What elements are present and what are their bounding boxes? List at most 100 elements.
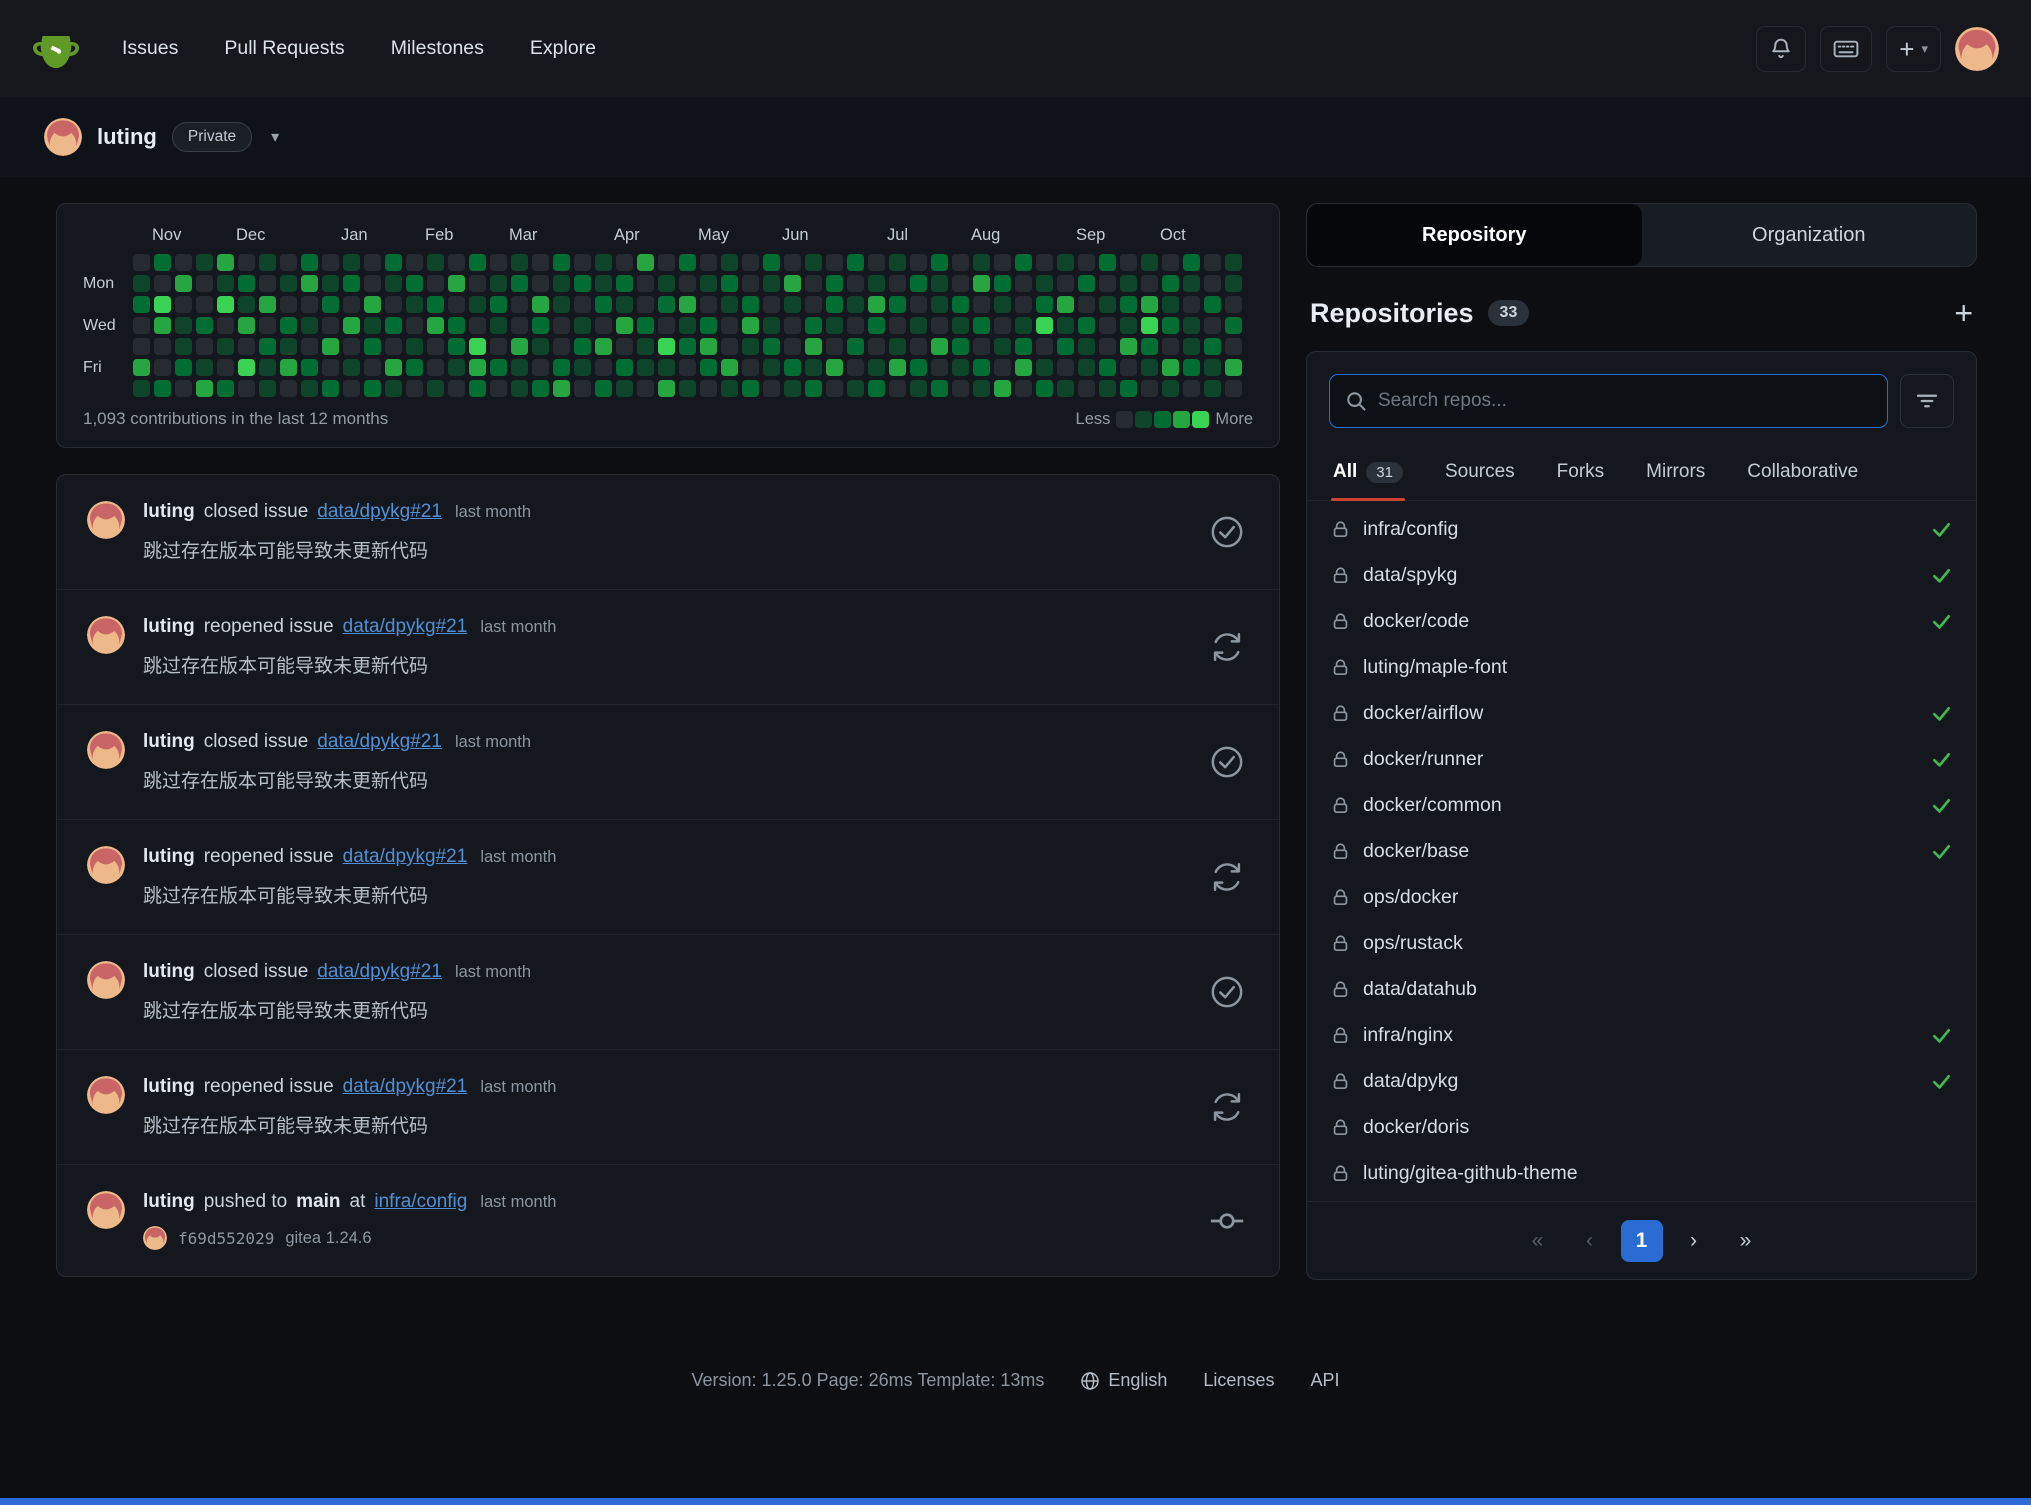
heatmap-cell (889, 296, 906, 313)
heatmap-cell (1204, 359, 1221, 376)
feed-username[interactable]: luting (143, 961, 195, 983)
filter-tab-sources[interactable]: Sources (1443, 446, 1517, 500)
filter-tab-mirrors[interactable]: Mirrors (1644, 446, 1707, 500)
feed-item: lutingclosed issuedata/dpykg#21last mont… (57, 705, 1279, 820)
heatmap-cell (616, 275, 633, 292)
nav-link-issues[interactable]: Issues (122, 37, 178, 60)
heatmap-cell (1099, 296, 1116, 313)
nav-link-milestones[interactable]: Milestones (391, 37, 484, 60)
commit-sha[interactable]: f69d552029 (178, 1229, 274, 1248)
repo-name[interactable]: docker/common (1363, 794, 1918, 817)
avatar[interactable] (87, 1191, 125, 1229)
pagination-last-button[interactable]: » (1725, 1220, 1767, 1262)
heatmap-cell (427, 338, 444, 355)
create-new-button[interactable]: + ▾ (1886, 26, 1941, 72)
filter-tab-forks[interactable]: Forks (1555, 446, 1607, 500)
repo-row[interactable]: docker/code (1307, 598, 1976, 644)
issue-link[interactable]: data/dpykg#21 (317, 961, 442, 983)
issue-link[interactable]: data/dpykg#21 (317, 501, 442, 523)
avatar[interactable] (87, 731, 125, 769)
feed-username[interactable]: luting (143, 616, 195, 638)
keyboard-button[interactable] (1820, 26, 1872, 72)
feed-username[interactable]: luting (143, 1076, 195, 1098)
repo-name[interactable]: docker/base (1363, 840, 1918, 863)
avatar[interactable] (87, 501, 125, 539)
gitea-logo-icon[interactable] (32, 25, 80, 73)
repo-name[interactable]: data/spykg (1363, 564, 1918, 587)
heatmap-cell (196, 338, 213, 355)
tab-repository[interactable]: Repository (1307, 204, 1642, 266)
avatar[interactable] (87, 616, 125, 654)
repo-name[interactable]: docker/code (1363, 610, 1918, 633)
pagination-page-1-button[interactable]: 1 (1621, 1220, 1663, 1262)
repo-name[interactable]: data/datahub (1363, 978, 1952, 1001)
repo-row[interactable]: docker/runner (1307, 736, 1976, 782)
repo-row[interactable]: infra/config (1307, 506, 1976, 552)
repo-row[interactable]: data/spykg (1307, 552, 1976, 598)
repo-row[interactable]: docker/base (1307, 828, 1976, 874)
feed-username[interactable]: luting (143, 731, 195, 753)
repo-name[interactable]: data/dpykg (1363, 1070, 1918, 1093)
repo-row[interactable]: ops/rustack (1307, 920, 1976, 966)
repo-row[interactable]: infra/nginx (1307, 1012, 1976, 1058)
issue-link[interactable]: data/dpykg#21 (343, 1076, 468, 1098)
repo-row[interactable]: docker/doris (1307, 1104, 1976, 1150)
issue-link[interactable]: data/dpykg#21 (317, 731, 442, 753)
feed-username[interactable]: luting (143, 1191, 195, 1213)
heatmap-cell (553, 359, 570, 376)
issue-link[interactable]: data/dpykg#21 (343, 846, 468, 868)
pagination-first-button[interactable]: « (1517, 1220, 1559, 1262)
heatmap-cell (448, 359, 465, 376)
pagination-next-button[interactable]: › (1673, 1220, 1715, 1262)
repo-name[interactable]: docker/airflow (1363, 702, 1918, 725)
profile-avatar[interactable] (44, 118, 82, 156)
repo-row[interactable]: docker/common (1307, 782, 1976, 828)
heatmap-cell (910, 254, 927, 271)
heatmap-cell (868, 380, 885, 397)
language-selector[interactable]: English (1080, 1370, 1167, 1391)
avatar[interactable] (87, 846, 125, 884)
repo-row[interactable]: data/dpykg (1307, 1058, 1976, 1104)
heatmap-cell (868, 317, 885, 334)
feed-username[interactable]: luting (143, 501, 195, 523)
profile-dropdown-chevron-icon[interactable]: ▾ (271, 127, 279, 147)
add-repository-button[interactable]: + (1954, 297, 1973, 329)
repo-name[interactable]: infra/config (1363, 518, 1918, 541)
feed-username[interactable]: luting (143, 846, 195, 868)
user-avatar[interactable] (1955, 27, 1999, 71)
repo-row[interactable]: data/datahub (1307, 966, 1976, 1012)
nav-link-explore[interactable]: Explore (530, 37, 596, 60)
filter-tab-collaborative[interactable]: Collaborative (1745, 446, 1860, 500)
repo-name[interactable]: ops/docker (1363, 886, 1952, 909)
filter-tab-all[interactable]: All 31 (1331, 446, 1405, 500)
repo-row[interactable]: luting/maple-font (1307, 644, 1976, 690)
repo-name[interactable]: ops/rustack (1363, 932, 1952, 955)
api-link[interactable]: API (1310, 1370, 1339, 1391)
tab-organization[interactable]: Organization (1642, 204, 1977, 266)
licenses-link[interactable]: Licenses (1203, 1370, 1274, 1391)
repo-link[interactable]: infra/config (374, 1191, 467, 1213)
repo-row[interactable]: luting/gitea-github-theme (1307, 1150, 1976, 1196)
heatmap-cell (1057, 254, 1074, 271)
heatmap-cell (1204, 338, 1221, 355)
issue-link[interactable]: data/dpykg#21 (343, 616, 468, 638)
repo-name[interactable]: luting/gitea-github-theme (1363, 1162, 1952, 1185)
repo-search-input[interactable] (1378, 390, 1872, 412)
pagination-prev-button[interactable]: ‹ (1569, 1220, 1611, 1262)
repo-name[interactable]: infra/nginx (1363, 1024, 1918, 1047)
heatmap-month-label: Sep (1076, 226, 1105, 245)
heatmap-month-label: Apr (614, 226, 640, 245)
repo-name[interactable]: docker/doris (1363, 1116, 1952, 1139)
avatar[interactable] (87, 961, 125, 999)
repo-row[interactable]: ops/docker (1307, 874, 1976, 920)
heatmap-cell (595, 338, 612, 355)
repo-name[interactable]: docker/runner (1363, 748, 1918, 771)
notifications-bell-button[interactable] (1756, 26, 1806, 72)
heatmap-cell (532, 254, 549, 271)
nav-links: Issues Pull Requests Milestones Explore (122, 37, 596, 60)
repo-name[interactable]: luting/maple-font (1363, 656, 1952, 679)
nav-link-pull-requests[interactable]: Pull Requests (224, 37, 344, 60)
avatar[interactable] (87, 1076, 125, 1114)
repo-row[interactable]: docker/airflow (1307, 690, 1976, 736)
repo-filter-button[interactable] (1900, 374, 1954, 428)
